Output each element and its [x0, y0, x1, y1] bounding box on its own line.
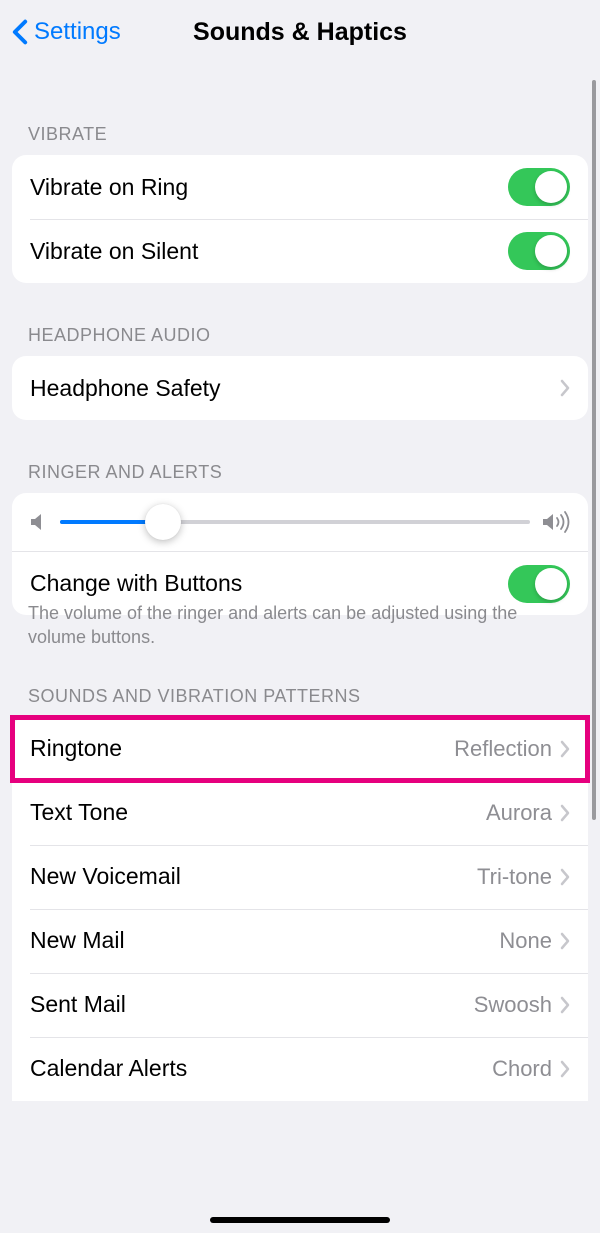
row-text-tone[interactable]: Text Tone Aurora: [12, 781, 588, 845]
row-new-voicemail[interactable]: New Voicemail Tri-tone: [12, 845, 588, 909]
group-vibrate: Vibrate on Ring Vibrate on Silent: [12, 155, 588, 283]
toggle-vibrate-silent[interactable]: [508, 232, 570, 270]
row-new-mail[interactable]: New Mail None: [12, 909, 588, 973]
back-label: Settings: [34, 18, 121, 46]
scrollbar[interactable]: [592, 80, 596, 820]
chevron-right-icon: [560, 804, 570, 822]
row-calendar-alerts[interactable]: Calendar Alerts Chord: [12, 1037, 588, 1101]
chevron-left-icon: [12, 19, 28, 45]
row-value: None: [499, 928, 552, 954]
section-header-headphone: HEADPHONE AUDIO: [12, 325, 588, 356]
row-label: Change with Buttons: [30, 570, 242, 597]
row-label: Calendar Alerts: [30, 1055, 187, 1082]
chevron-right-icon: [560, 1060, 570, 1078]
section-header-ringer: RINGER AND ALERTS: [12, 462, 588, 493]
row-ringtone[interactable]: Ringtone Reflection: [12, 717, 588, 781]
slider-thumb[interactable]: [145, 504, 181, 540]
row-label: New Mail: [30, 927, 125, 954]
row-value: Chord: [492, 1056, 552, 1082]
chevron-right-icon: [560, 932, 570, 950]
back-button[interactable]: Settings: [12, 18, 121, 46]
volume-high-icon: [542, 511, 570, 533]
row-value: Reflection: [454, 736, 552, 762]
section-header-vibrate: VIBRATE: [12, 124, 588, 155]
toggle-vibrate-ring[interactable]: [508, 168, 570, 206]
chevron-right-icon: [560, 379, 570, 397]
chevron-right-icon: [560, 996, 570, 1014]
row-value: Tri-tone: [477, 864, 552, 890]
row-label: Text Tone: [30, 799, 128, 826]
nav-header: Settings Sounds & Haptics: [12, 0, 588, 64]
group-headphone: Headphone Safety: [12, 356, 588, 420]
volume-slider[interactable]: [60, 520, 530, 524]
row-vibrate-on-ring[interactable]: Vibrate on Ring: [12, 155, 588, 219]
section-header-sounds: SOUNDS AND VIBRATION PATTERNS: [12, 686, 588, 717]
row-label: New Voicemail: [30, 863, 181, 890]
group-sounds: Ringtone Reflection Text Tone Aurora New…: [12, 717, 588, 1101]
row-value: Swoosh: [474, 992, 552, 1018]
home-indicator[interactable]: [210, 1217, 390, 1223]
row-sent-mail[interactable]: Sent Mail Swoosh: [12, 973, 588, 1037]
row-headphone-safety[interactable]: Headphone Safety: [12, 356, 588, 420]
row-label: Sent Mail: [30, 991, 126, 1018]
row-label: Ringtone: [30, 735, 122, 762]
row-label: Vibrate on Silent: [30, 238, 198, 265]
group-ringer: Change with Buttons: [12, 493, 588, 615]
chevron-right-icon: [560, 740, 570, 758]
row-vibrate-on-silent[interactable]: Vibrate on Silent: [12, 219, 588, 283]
row-label: Vibrate on Ring: [30, 174, 188, 201]
row-label: Headphone Safety: [30, 375, 221, 402]
toggle-change-buttons[interactable]: [508, 565, 570, 603]
row-change-with-buttons[interactable]: Change with Buttons: [12, 551, 588, 615]
row-value: Aurora: [486, 800, 552, 826]
chevron-right-icon: [560, 868, 570, 886]
row-volume-slider: [12, 493, 588, 551]
page-title: Sounds & Haptics: [193, 18, 407, 47]
volume-low-icon: [30, 512, 48, 532]
